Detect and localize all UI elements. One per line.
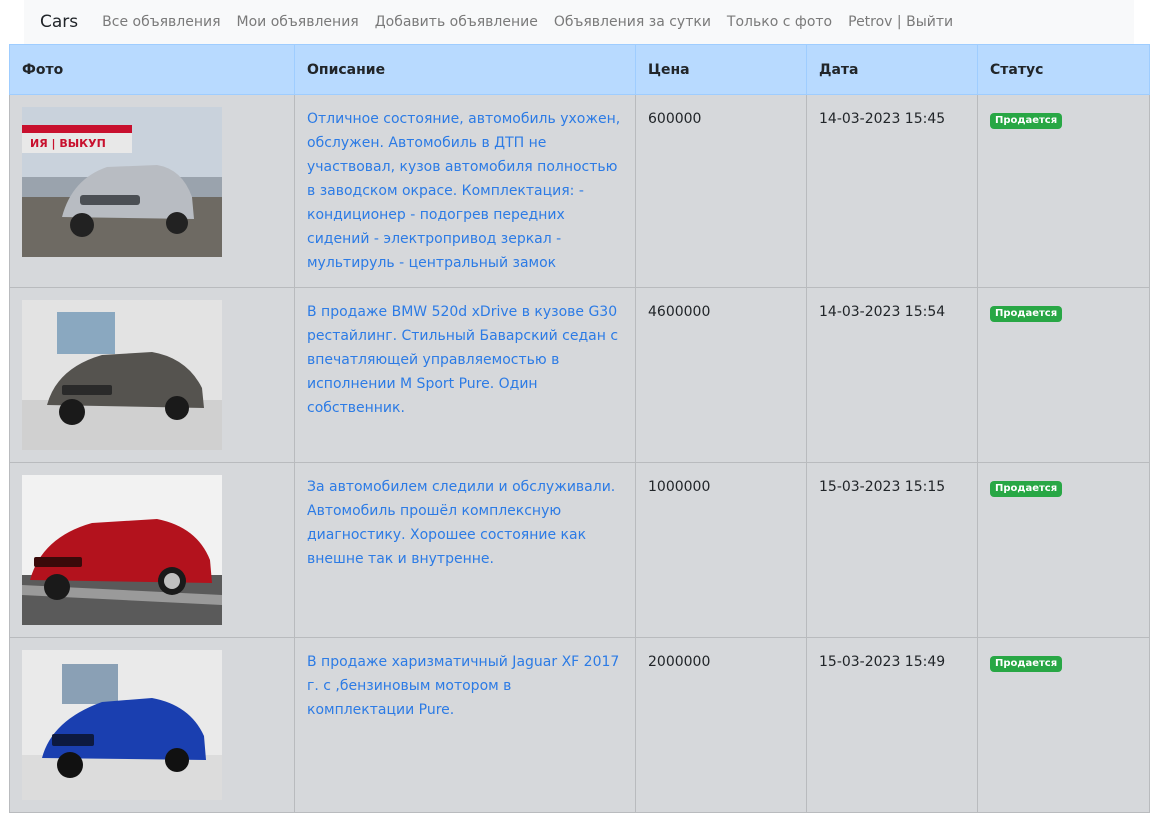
date-cell: 14-03-2023 15:54 xyxy=(806,287,978,463)
price-cell: 1000000 xyxy=(635,462,807,638)
car-photo[interactable] xyxy=(22,300,222,450)
car-photo[interactable] xyxy=(22,475,222,625)
photo-cell xyxy=(9,637,295,813)
description-cell: Отличное состояние, автомобиль ухожен, о… xyxy=(294,94,636,288)
date-cell: 15-03-2023 15:15 xyxy=(806,462,978,638)
ad-description-link[interactable]: В продаже харизматичный Jaguar XF 2017 г… xyxy=(307,654,619,718)
date-cell: 15-03-2023 15:49 xyxy=(806,637,978,813)
table-header: Фото Описание Цена Дата Статус xyxy=(9,44,1150,95)
date-cell: 14-03-2023 15:45 xyxy=(806,94,978,288)
table-row: В продаже харизматичный Jaguar XF 2017 г… xyxy=(9,637,1150,813)
description-cell: За автомобилем следили и обслуживали. Ав… xyxy=(294,462,636,638)
column-header-description: Описание xyxy=(294,44,636,95)
top-navbar: Cars Все объявления Мои объявления Добав… xyxy=(24,0,1134,44)
status-badge: Продается xyxy=(990,306,1063,322)
photo-cell xyxy=(9,287,295,463)
column-header-photo: Фото xyxy=(9,44,295,95)
nav-link-photo-only[interactable]: Только с фото xyxy=(727,14,832,30)
user-logout-link[interactable]: Petrov | Выйти xyxy=(848,14,953,30)
status-badge: Продается xyxy=(990,656,1063,672)
nav-link-add-ad[interactable]: Добавить объявление xyxy=(375,14,538,30)
car-photo[interactable]: ИЯ | ВЫКУП xyxy=(22,107,222,257)
photo-sign-text: ИЯ | ВЫКУП xyxy=(30,137,106,150)
photo-cell: ИЯ | ВЫКУП xyxy=(9,94,295,288)
price-cell: 2000000 xyxy=(635,637,807,813)
column-header-status: Статус xyxy=(977,44,1150,95)
status-cell: Продается xyxy=(977,94,1150,288)
ad-description-link[interactable]: За автомобилем следили и обслуживали. Ав… xyxy=(307,479,615,567)
ad-description-link[interactable]: В продаже BMW 520d xDrive в кузове G30 р… xyxy=(307,304,618,416)
brand-link[interactable]: Cars xyxy=(40,12,78,32)
column-header-date: Дата xyxy=(806,44,978,95)
photo-cell xyxy=(9,462,295,638)
status-badge: Продается xyxy=(990,113,1063,129)
description-cell: В продаже BMW 520d xDrive в кузове G30 р… xyxy=(294,287,636,463)
status-cell: Продается xyxy=(977,462,1150,638)
price-cell: 4600000 xyxy=(635,287,807,463)
price-cell: 600000 xyxy=(635,94,807,288)
ad-description-link[interactable]: Отличное состояние, автомобиль ухожен, о… xyxy=(307,111,620,271)
nav-link-my-ads[interactable]: Мои объявления xyxy=(237,14,359,30)
ads-table: Фото Описание Цена Дата Статус ИЯ | ВЫКУ… xyxy=(9,44,1150,813)
status-cell: Продается xyxy=(977,637,1150,813)
table-row: ИЯ | ВЫКУП Отличное состояние, автомобил… xyxy=(9,94,1150,288)
column-header-price: Цена xyxy=(635,44,807,95)
description-cell: В продаже харизматичный Jaguar XF 2017 г… xyxy=(294,637,636,813)
nav-link-all-ads[interactable]: Все объявления xyxy=(102,14,220,30)
table-row: В продаже BMW 520d xDrive в кузове G30 р… xyxy=(9,287,1150,463)
nav-link-daily-ads[interactable]: Объявления за сутки xyxy=(554,14,711,30)
status-cell: Продается xyxy=(977,287,1150,463)
table-row: За автомобилем следили и обслуживали. Ав… xyxy=(9,462,1150,638)
car-photo[interactable] xyxy=(22,650,222,800)
status-badge: Продается xyxy=(990,481,1063,497)
